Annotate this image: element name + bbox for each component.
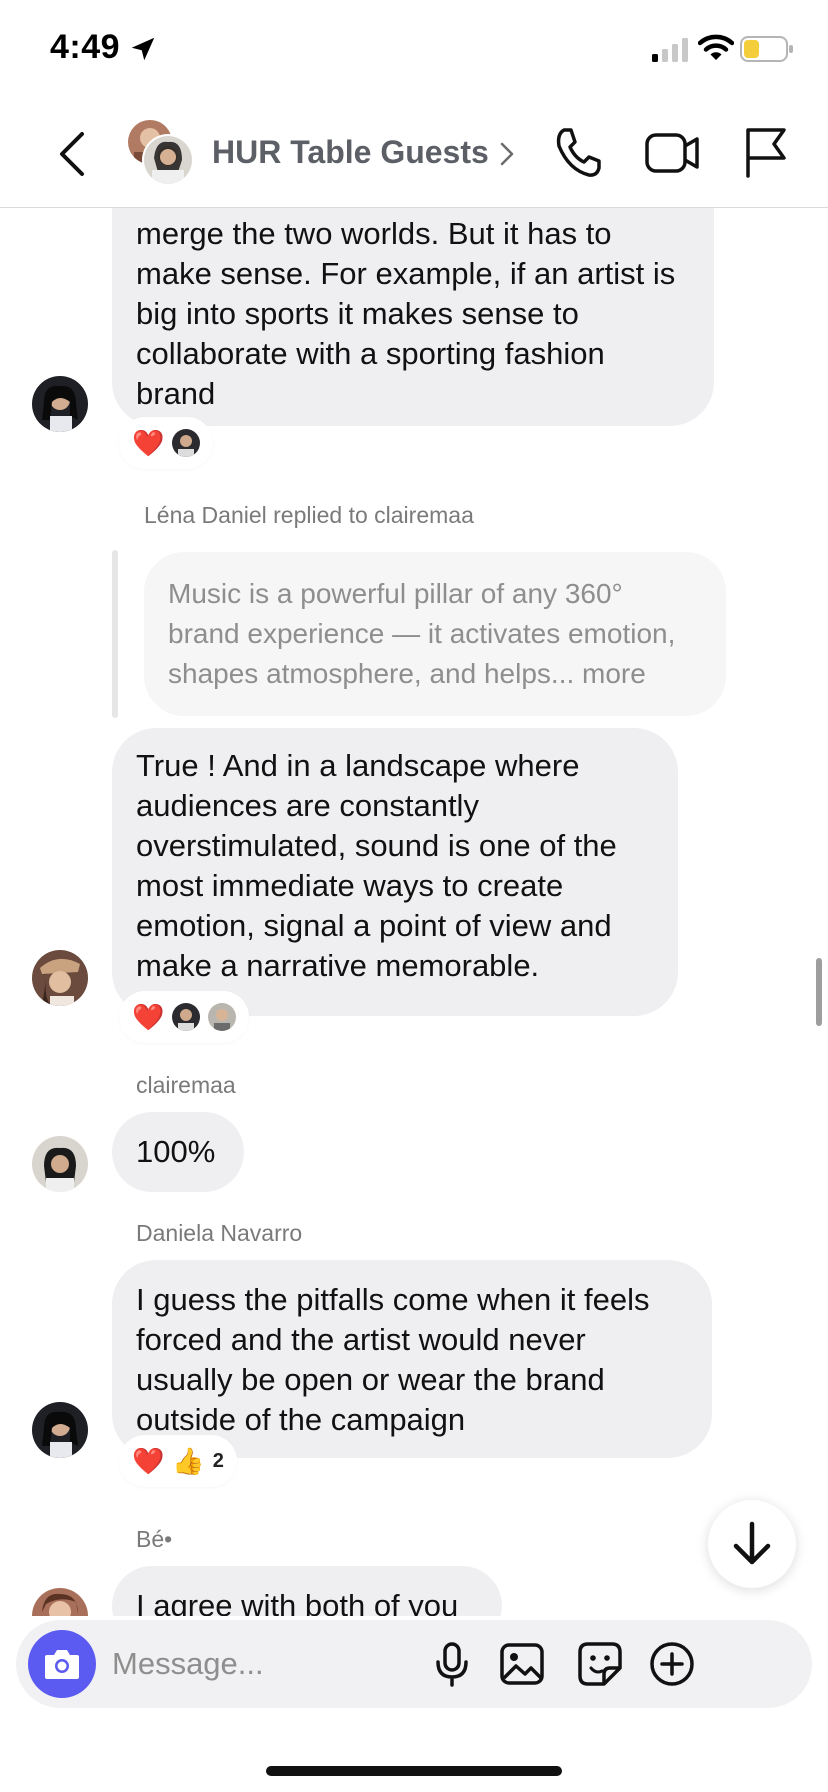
message-reactions[interactable]: ❤️ — [122, 420, 211, 466]
status-time: 4:49 — [50, 28, 121, 66]
heart-reaction: ❤️ — [132, 428, 165, 458]
avatar[interactable] — [32, 950, 88, 1006]
scroll-indicator[interactable] — [816, 958, 822, 1026]
message-bubble[interactable]: I agree with both of you — [112, 1566, 502, 1616]
camera-button[interactable] — [28, 1630, 96, 1698]
message-reactions[interactable]: ❤️ 👍 2 — [122, 1438, 234, 1484]
chevron-right-icon — [500, 142, 514, 166]
avatar[interactable] — [32, 376, 88, 432]
home-indicator — [266, 1766, 562, 1776]
quoted-text: Music is a powerful pillar of any 360° b… — [168, 578, 676, 689]
sender-name: Daniela Navarro — [136, 1220, 303, 1246]
status-bar: 4:49 — [0, 0, 828, 100]
reactor-avatar — [172, 429, 201, 457]
arrow-down-icon — [733, 1521, 771, 1565]
message-composer — [16, 1620, 812, 1708]
avatar[interactable] — [32, 1136, 88, 1192]
group-title[interactable]: HUR Table Guests — [212, 134, 489, 171]
heart-reaction: ❤️ — [132, 1446, 165, 1476]
message-text: 100% — [136, 1134, 216, 1169]
camera-icon — [45, 1650, 79, 1679]
quoted-message[interactable]: Music is a powerful pillar of any 360° b… — [144, 552, 726, 716]
message-reactions[interactable]: ❤️ — [122, 994, 247, 1040]
back-icon[interactable] — [52, 128, 92, 180]
reactor-avatar — [208, 1003, 237, 1031]
sticker-icon[interactable] — [576, 1640, 624, 1688]
jump-to-latest-button[interactable] — [708, 1500, 796, 1588]
wifi-icon — [698, 34, 734, 60]
chat-header: HUR Table Guests — [0, 100, 828, 208]
message-bubble[interactable]: merge the two worlds. But it has to make… — [112, 208, 714, 426]
message-text: I guess the pitfalls come when it feels … — [136, 1282, 650, 1437]
message-bubble[interactable]: True ! And in a landscape where audience… — [112, 728, 678, 1016]
add-icon[interactable] — [648, 1640, 696, 1688]
message-bubble[interactable]: I guess the pitfalls come when it feels … — [112, 1260, 712, 1458]
report-flag-icon[interactable] — [742, 124, 788, 180]
avatar[interactable] — [32, 1402, 88, 1458]
location-arrow-icon — [131, 37, 155, 61]
video-call-icon[interactable] — [644, 128, 700, 178]
cellular-signal-icon — [652, 38, 688, 62]
battery-icon — [740, 36, 793, 62]
message-text: I agree with both of you — [136, 1588, 459, 1616]
reactor-avatar — [172, 1003, 201, 1031]
avatar[interactable] — [32, 1588, 88, 1616]
message-list[interactable]: merge the two worlds. But it has to make… — [0, 208, 828, 1616]
sender-name: Bé• — [136, 1526, 173, 1552]
sender-name: clairemaa — [136, 1072, 236, 1098]
message-text: merge the two worlds. But it has to make… — [136, 216, 676, 411]
microphone-icon[interactable] — [428, 1640, 476, 1688]
thumbs-up-reaction: 👍 — [172, 1446, 205, 1476]
message-bubble[interactable]: 100% — [112, 1112, 244, 1192]
message-text: True ! And in a landscape where audience… — [136, 748, 617, 983]
group-avatar[interactable] — [126, 118, 198, 188]
heart-reaction: ❤️ — [132, 1002, 165, 1032]
reply-header: Léna Daniel replied to clairemaa — [144, 502, 474, 528]
phone-call-icon[interactable] — [552, 124, 602, 180]
reply-bar — [112, 550, 118, 718]
gallery-icon[interactable] — [498, 1640, 546, 1688]
reaction-count: 2 — [212, 1449, 224, 1472]
